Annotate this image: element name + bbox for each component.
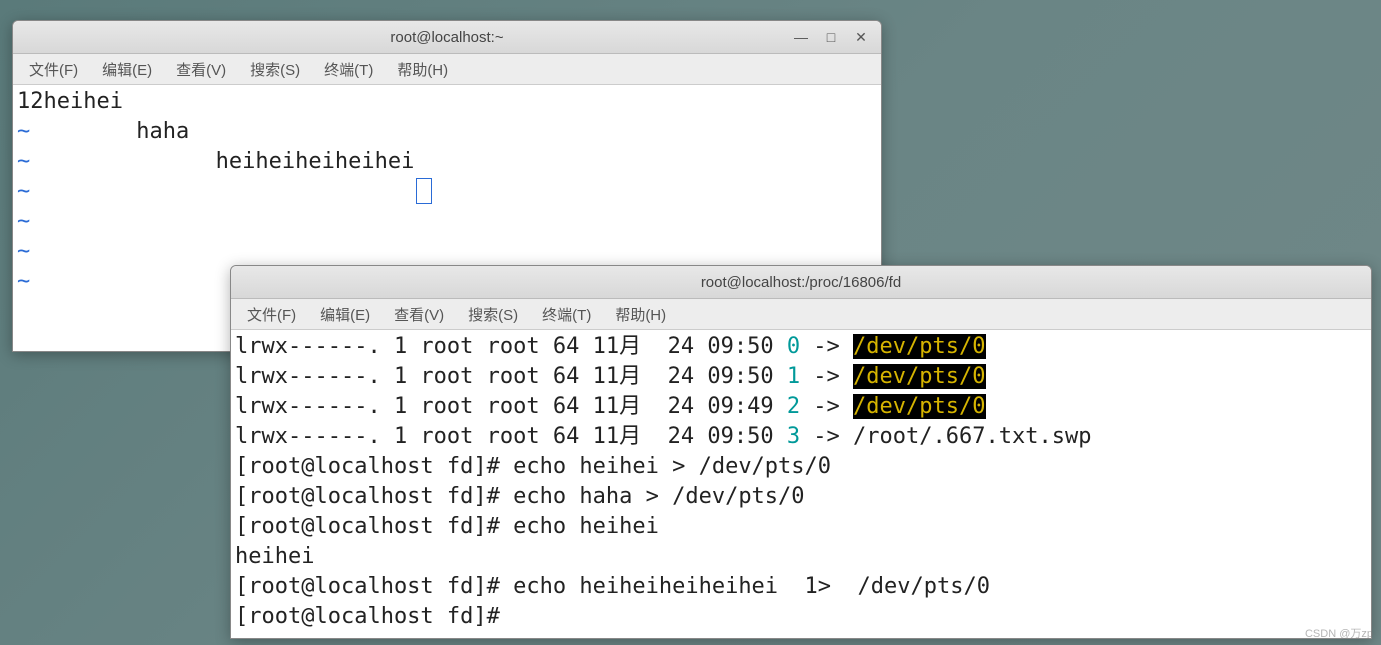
terminal-window-2: root@localhost:/proc/16806/fd 文件(F) 编辑(E… <box>230 265 1372 639</box>
terminal-output-2[interactable]: lrwx------. 1 root root 64 11月 24 09:50 … <box>231 330 1371 634</box>
minimize-button[interactable]: — <box>787 25 815 49</box>
menu-help[interactable]: 帮助(H) <box>605 301 676 328</box>
prompt-line: [root@localhost fd]# echo heihei <box>235 514 659 539</box>
vim-tilde: ~ <box>17 119 30 144</box>
ls-row: lrwx------. 1 root root 64 11月 24 09:49 … <box>235 394 986 419</box>
menu-search[interactable]: 搜索(S) <box>240 56 310 83</box>
menu-file[interactable]: 文件(F) <box>19 56 88 83</box>
line-3-text: heiheiheiheihei <box>30 149 414 174</box>
ls-row: lrwx------. 1 root root 64 11月 24 09:50 … <box>235 364 986 389</box>
prompt-line: [root@localhost fd]# echo heiheiheiheihe… <box>235 574 990 599</box>
fd-number: 1 <box>787 364 800 389</box>
menu-view[interactable]: 查看(V) <box>384 301 454 328</box>
ls-row: lrwx------. 1 root root 64 11月 24 09:50 … <box>235 334 986 359</box>
menu-edit[interactable]: 编辑(E) <box>92 56 162 83</box>
titlebar-1[interactable]: root@localhost:~ — □ ✕ <box>13 21 881 54</box>
menu-view[interactable]: 查看(V) <box>166 56 236 83</box>
cursor-icon <box>416 178 432 204</box>
prompt-line: [root@localhost fd]# <box>235 604 513 629</box>
menu-help[interactable]: 帮助(H) <box>387 56 458 83</box>
prompt-line: [root@localhost fd]# echo heihei > /dev/… <box>235 454 831 479</box>
window-controls-1: — □ ✕ <box>787 25 875 49</box>
symlink-target: /root/.667.txt.swp <box>853 424 1091 449</box>
fd-number: 2 <box>787 394 800 419</box>
line-1: 12heihei <box>17 89 123 114</box>
menubar-2: 文件(F) 编辑(E) 查看(V) 搜索(S) 终端(T) 帮助(H) <box>231 299 1371 330</box>
vim-tilde: ~ <box>17 149 30 174</box>
vim-tilde: ~ <box>17 239 30 264</box>
prompt-line: [root@localhost fd]# echo haha > /dev/pt… <box>235 484 805 509</box>
vim-tilde: ~ <box>17 179 30 204</box>
close-button[interactable]: ✕ <box>847 25 875 49</box>
titlebar-2[interactable]: root@localhost:/proc/16806/fd <box>231 266 1371 299</box>
window-title-2: root@localhost:/proc/16806/fd <box>231 274 1371 291</box>
line-2-text: haha <box>30 119 189 144</box>
menu-file[interactable]: 文件(F) <box>237 301 306 328</box>
symlink-target: /dev/pts/0 <box>853 394 985 419</box>
symlink-target: /dev/pts/0 <box>853 334 985 359</box>
menu-terminal[interactable]: 终端(T) <box>532 301 601 328</box>
vim-tilde: ~ <box>17 269 30 294</box>
symlink-target: /dev/pts/0 <box>853 364 985 389</box>
ls-row: lrwx------. 1 root root 64 11月 24 09:50 … <box>235 424 1091 449</box>
fd-number: 0 <box>787 334 800 359</box>
menubar-1: 文件(F) 编辑(E) 查看(V) 搜索(S) 终端(T) 帮助(H) <box>13 54 881 85</box>
vim-tilde: ~ <box>17 209 30 234</box>
window-title-1: root@localhost:~ <box>13 29 881 46</box>
menu-search[interactable]: 搜索(S) <box>458 301 528 328</box>
menu-edit[interactable]: 编辑(E) <box>310 301 380 328</box>
fd-number: 3 <box>787 424 800 449</box>
watermark: CSDN @万zp <box>1305 625 1373 641</box>
maximize-button[interactable]: □ <box>817 25 845 49</box>
output-line: heihei <box>235 544 314 569</box>
menu-terminal[interactable]: 终端(T) <box>314 56 383 83</box>
